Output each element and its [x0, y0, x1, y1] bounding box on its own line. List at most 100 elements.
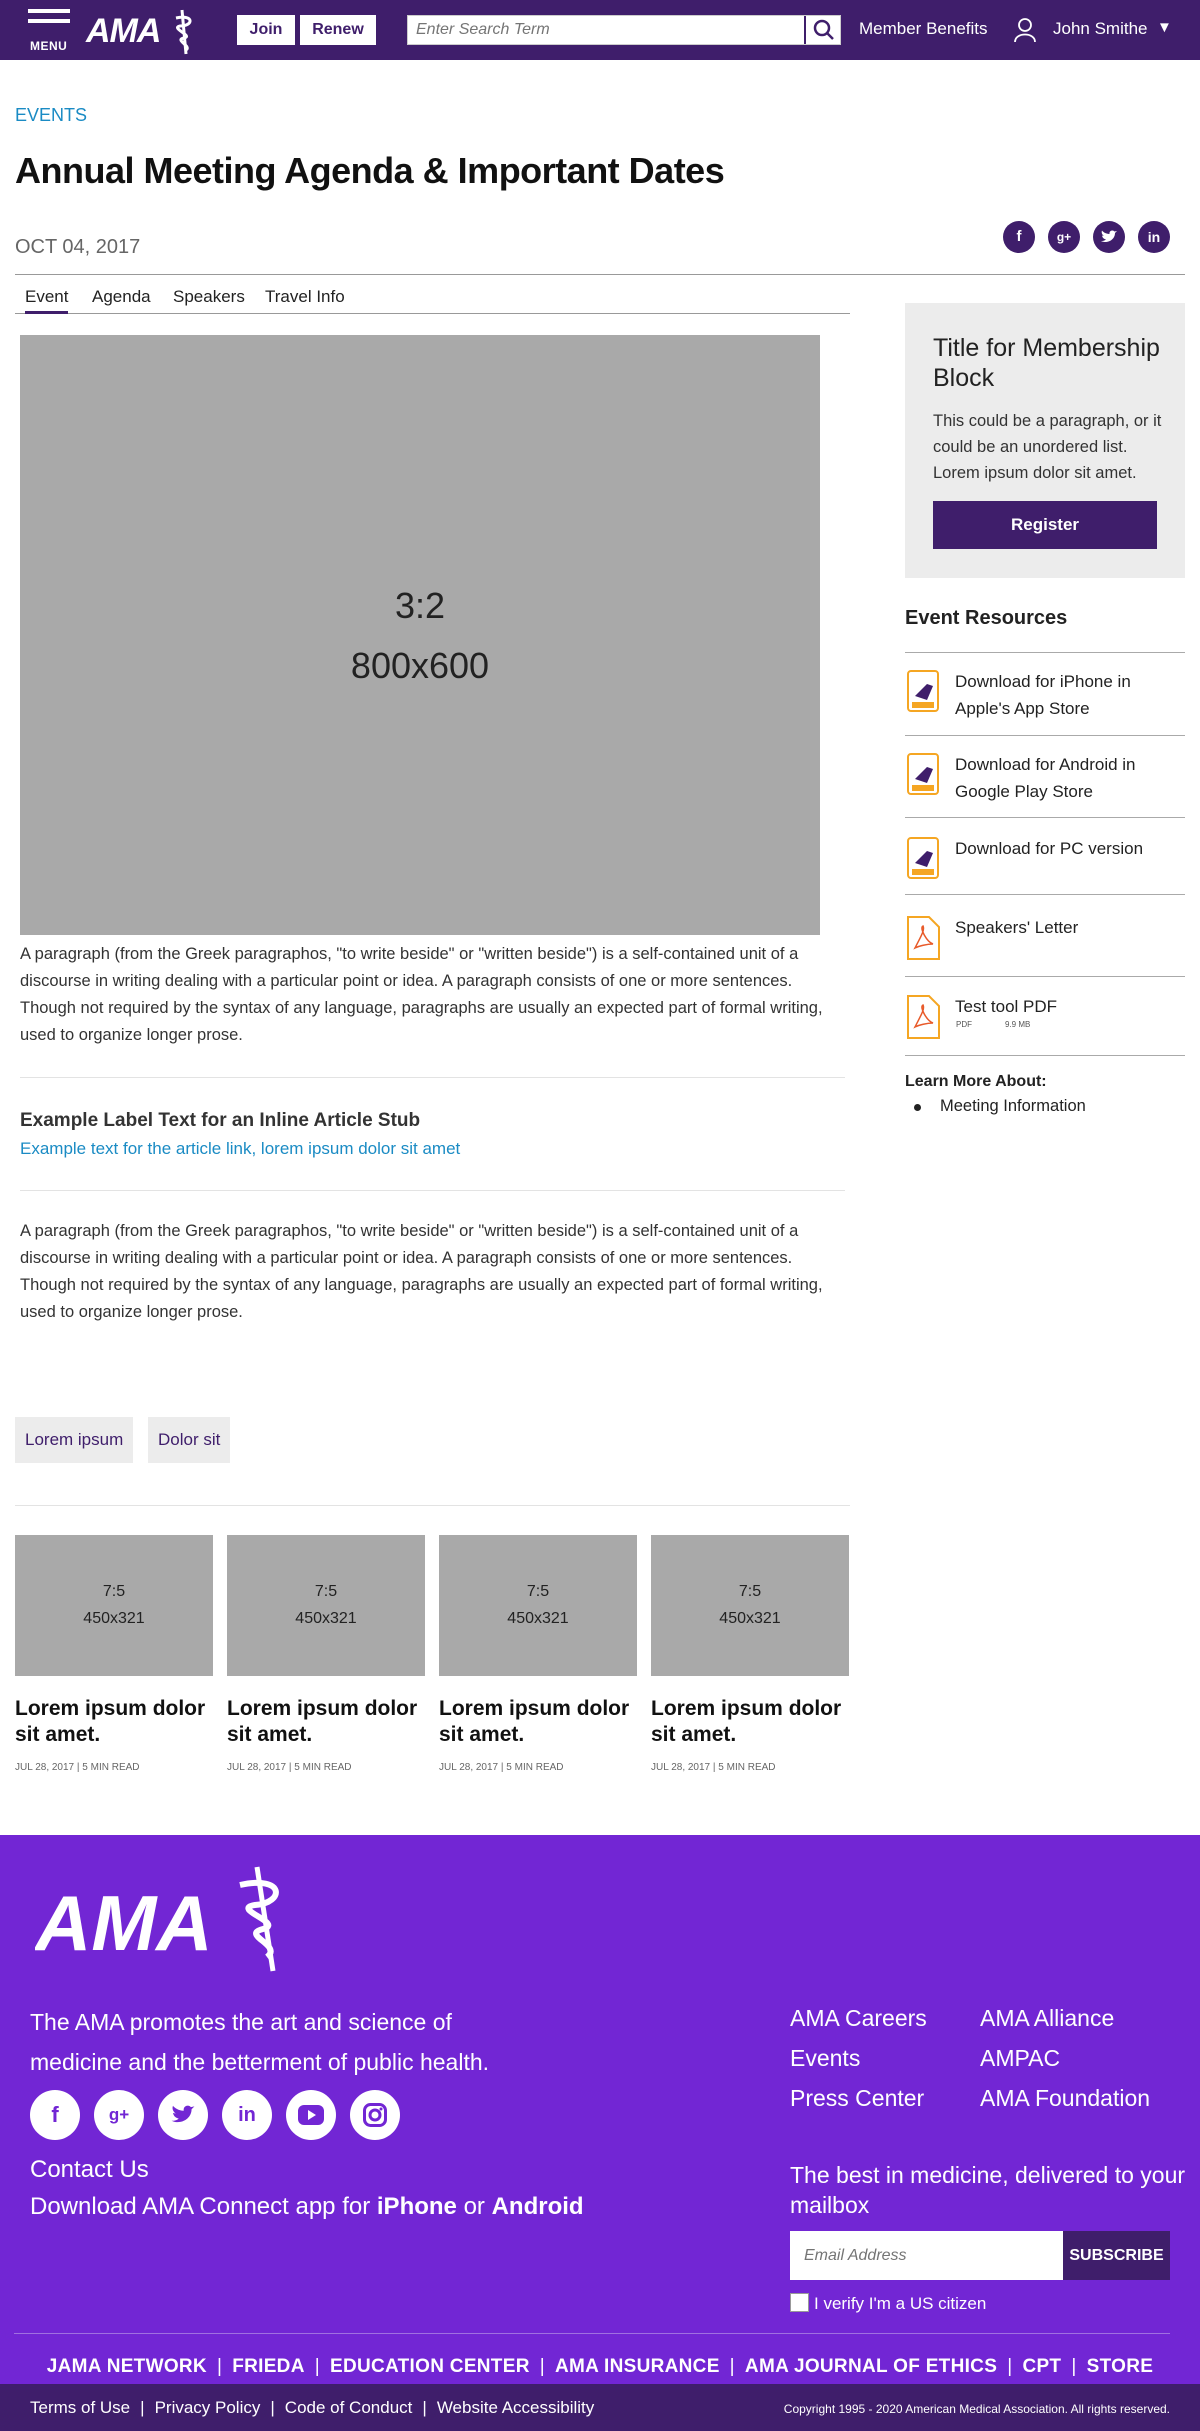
resource-speakers-letter[interactable]: Speakers' Letter	[905, 914, 1185, 960]
brand-link-journal-of-ethics[interactable]: AMA JOURNAL OF ETHICS	[745, 2356, 997, 2377]
search-input[interactable]	[408, 16, 804, 44]
related-article-card[interactable]: 7:5 450x321 Lorem ipsum dolor sit amet. …	[227, 1535, 425, 1773]
brand-link-frieda[interactable]: FRIEDA	[232, 2356, 305, 2377]
card-size: 450x321	[83, 1610, 145, 1627]
staff-of-asclepius-icon	[175, 9, 192, 55]
divider	[905, 894, 1185, 895]
user-icon[interactable]	[1013, 17, 1037, 43]
tag-lorem-ipsum[interactable]: Lorem ipsum	[15, 1417, 134, 1463]
resource-label: Speakers' Letter	[955, 918, 1079, 937]
brand-link-store[interactable]: STORE	[1087, 2356, 1154, 2377]
youtube-icon[interactable]	[286, 2090, 336, 2140]
ama-logo[interactable]: AMA	[86, 9, 192, 55]
brand-link-education-center[interactable]: EDUCATION CENTER	[330, 2356, 530, 2377]
card-title[interactable]: Lorem ipsum dolor sit amet.	[651, 1696, 849, 1748]
tab-agenda[interactable]: Agenda	[92, 287, 151, 314]
card-ratio: 7:5	[102, 1583, 126, 1600]
breadcrumb-events[interactable]: EVENTS	[15, 105, 87, 126]
terms-of-use-link[interactable]: Terms of Use	[30, 2398, 130, 2417]
subscribe-button[interactable]: SUBSCRIBE	[1063, 2231, 1170, 2280]
register-button[interactable]: Register	[933, 501, 1157, 549]
card-image-placeholder: 7:5 450x321	[15, 1535, 213, 1676]
footer-ama-logo[interactable]: AMA	[33, 1865, 305, 1980]
chevron-down-icon[interactable]: ▼	[1157, 19, 1172, 36]
twitter-icon[interactable]	[1093, 221, 1125, 253]
resource-android-download[interactable]: Download for Android in Google Play Stor…	[905, 751, 1185, 803]
separator: |	[1007, 2356, 1013, 2377]
page-title: Annual Meeting Agenda & Important Dates	[15, 150, 725, 191]
member-benefits-link[interactable]: Member Benefits	[859, 19, 988, 39]
app-prefix: Download AMA Connect app for	[30, 2193, 371, 2220]
card-size: 450x321	[719, 1610, 781, 1627]
card-image-placeholder: 7:5 450x321	[227, 1535, 425, 1676]
menu-button[interactable]: MENU	[28, 9, 72, 53]
privacy-policy-link[interactable]: Privacy Policy	[155, 2398, 261, 2417]
facebook-icon[interactable]: f	[1003, 221, 1035, 253]
tab-speakers[interactable]: Speakers	[173, 287, 245, 314]
related-article-card[interactable]: 7:5 450x321 Lorem ipsum dolor sit amet. …	[651, 1535, 849, 1773]
footer-link-press-center[interactable]: Press Center	[790, 2085, 924, 2112]
linkedin-icon[interactable]: in	[1138, 221, 1170, 253]
footer-link-ampac[interactable]: AMPAC	[980, 2045, 1060, 2072]
renew-button[interactable]: Renew	[300, 15, 376, 45]
android-app-link[interactable]: Android	[492, 2193, 584, 2220]
resource-label: Download for iPhone in Apple's App Store	[955, 672, 1131, 718]
menu-label: MENU	[30, 39, 68, 53]
twitter-bird-glyph	[171, 2105, 195, 2123]
site-footer: AMA The AMA promotes the art and science…	[0, 1835, 1200, 2431]
twitter-icon[interactable]	[158, 2090, 208, 2140]
resource-iphone-download[interactable]: Download for iPhone in Apple's App Store	[905, 668, 1185, 720]
separator: |	[539, 2356, 545, 2377]
brand-link-cpt[interactable]: CPT	[1022, 2356, 1061, 2377]
divider	[20, 1077, 845, 1078]
newsletter-email-input[interactable]	[790, 2231, 1063, 2280]
card-meta: JUL 28, 2017 | 5 MIN READ	[227, 1762, 352, 1773]
us-citizen-label: I verify I'm a US citizen	[814, 2294, 987, 2313]
tab-event[interactable]: Event	[25, 287, 69, 314]
learn-more-meeting-information[interactable]: Meeting Information	[940, 1097, 1086, 1116]
app-download-icon	[907, 837, 939, 879]
contact-us-link[interactable]: Contact Us	[30, 2156, 149, 2184]
brand-link-ama-insurance[interactable]: AMA INSURANCE	[555, 2356, 720, 2377]
google-plus-icon[interactable]: g+	[1048, 221, 1080, 253]
linkedin-icon[interactable]: in	[222, 2090, 272, 2140]
footer-link-ama-foundation[interactable]: AMA Foundation	[980, 2085, 1150, 2112]
inline-stub-link[interactable]: Example text for the article link, lorem…	[20, 1139, 460, 1159]
iphone-app-link[interactable]: iPhone	[377, 2193, 457, 2220]
resource-pc-download[interactable]: Download for PC version	[905, 835, 1185, 879]
related-article-card[interactable]: 7:5 450x321 Lorem ipsum dolor sit amet. …	[15, 1535, 213, 1773]
user-account-link[interactable]: John Smithe	[1053, 19, 1148, 39]
resource-test-tool-pdf[interactable]: Test tool PDF PDF 9.9 MB	[905, 993, 1185, 1041]
card-title[interactable]: Lorem ipsum dolor sit amet.	[15, 1696, 213, 1748]
card-ratio: 7:5	[738, 1583, 762, 1600]
divider	[905, 652, 1185, 653]
footer-link-events[interactable]: Events	[790, 2045, 860, 2072]
tab-travel-info[interactable]: Travel Info	[265, 287, 345, 314]
separator: |	[422, 2398, 427, 2417]
resource-label: Test tool PDF	[955, 997, 1058, 1016]
google-plus-icon[interactable]: g+	[94, 2090, 144, 2140]
event-tabs: Event Agenda Speakers Travel Info	[15, 287, 850, 314]
instagram-icon[interactable]	[350, 2090, 400, 2140]
card-title[interactable]: Lorem ipsum dolor sit amet.	[439, 1696, 637, 1748]
join-button[interactable]: Join	[237, 15, 295, 45]
search-button[interactable]	[804, 16, 840, 44]
card-title[interactable]: Lorem ipsum dolor sit amet.	[227, 1696, 425, 1748]
divider	[905, 1055, 1185, 1056]
newsletter-heading: The best in medicine, delivered to your …	[790, 2162, 1186, 2218]
tag-dolor-sit[interactable]: Dolor sit	[148, 1417, 231, 1463]
us-citizen-checkbox[interactable]	[790, 2293, 809, 2312]
code-of-conduct-link[interactable]: Code of Conduct	[285, 2398, 413, 2417]
footer-link-ama-careers[interactable]: AMA Careers	[790, 2005, 927, 2032]
related-article-card[interactable]: 7:5 450x321 Lorem ipsum dolor sit amet. …	[439, 1535, 637, 1773]
resource-label: Download for PC version	[955, 839, 1144, 858]
card-ratio: 7:5	[526, 1583, 550, 1600]
facebook-icon[interactable]: f	[30, 2090, 80, 2140]
instagram-camera-glyph	[363, 2103, 387, 2127]
footer-link-ama-alliance[interactable]: AMA Alliance	[980, 2005, 1114, 2032]
card-meta: JUL 28, 2017 | 5 MIN READ	[439, 1762, 564, 1773]
search-icon	[813, 19, 834, 40]
website-accessibility-link[interactable]: Website Accessibility	[437, 2398, 594, 2417]
android-app-label: Android	[491, 2193, 584, 2220]
brand-link-jama-network[interactable]: JAMA NETWORK	[47, 2356, 207, 2377]
